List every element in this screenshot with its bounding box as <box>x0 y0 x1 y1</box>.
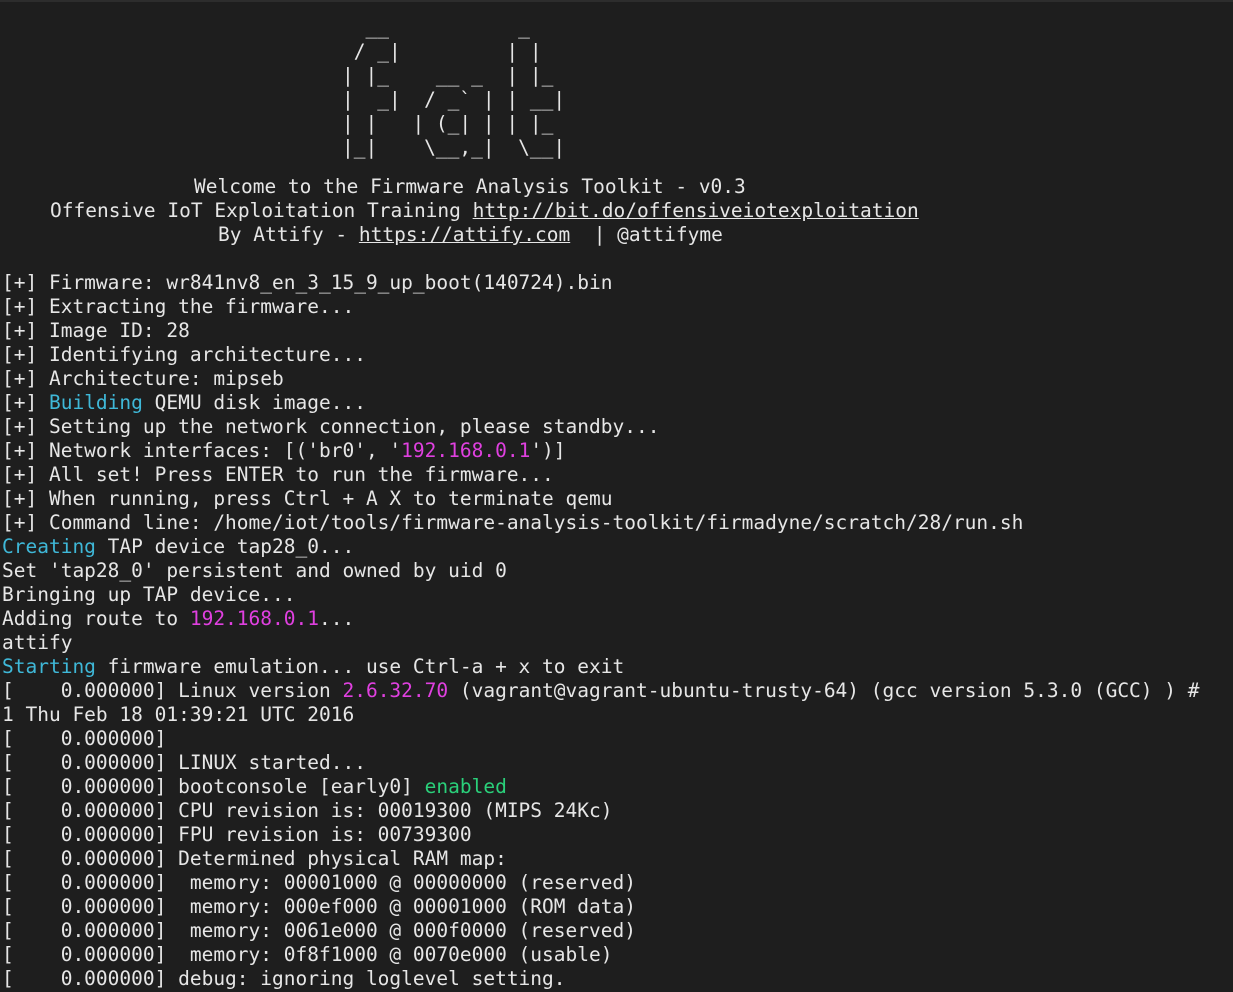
training-link[interactable]: http://bit.do/offensiveiotexploitation <box>473 199 919 222</box>
log-line: [+] Network interfaces: [('br0', '192.16… <box>2 439 566 463</box>
log-text: (vagrant@vagrant-ubuntu-trusty-64) (gcc … <box>448 679 1200 702</box>
kernel-log-line: [ 0.000000] FPU revision is: 00739300 <box>2 823 472 846</box>
log-text: Adding route to <box>2 607 190 630</box>
log-prefix: [+] <box>2 391 49 414</box>
log-line: [+] When running, press Ctrl + A X to te… <box>2 487 613 510</box>
kernel-log-line: [ 0.000000] memory: 00001000 @ 00000000 … <box>2 871 636 894</box>
log-text: [+] Network interfaces: [('br0', ' <box>2 439 402 462</box>
kernel-log-line: [ 0.000000] LINUX started... <box>2 751 366 774</box>
log-line: [+] Command line: /home/iot/tools/firmwa… <box>2 511 1024 534</box>
fat-ascii-logo: __ _ / _| | | | |_ __ _ | |_ | _| / _` |… <box>342 16 566 159</box>
highlight-keyword: Building <box>48 391 143 414</box>
log-line: [+] Extracting the firmware... <box>2 295 355 318</box>
kernel-log-line: [ 0.000000] memory: 0061e000 @ 000f0000 … <box>2 919 636 942</box>
kernel-log-line: [ 0.000000] Linux version 2.6.32.70 (vag… <box>2 679 1200 703</box>
attifyme-handle: | @attifyme <box>570 223 723 246</box>
log-line: [+] All set! Press ENTER to run the firm… <box>2 463 554 486</box>
welcome-line: Welcome to the Firmware Analysis Toolkit… <box>194 175 746 198</box>
log-line: Creating TAP device tap28_0... <box>2 535 354 559</box>
log-line: [+] Image ID: 28 <box>2 319 190 342</box>
log-text: ')] <box>530 439 566 462</box>
ip-address: 192.168.0.1 <box>401 439 531 462</box>
kernel-log-line: [ 0.000000] debug: ignoring loglevel set… <box>2 967 566 990</box>
enabled-status: enabled <box>424 775 507 798</box>
log-line: [+] Identifying architecture... <box>2 343 366 366</box>
log-text: [ 0.000000] bootconsole [early0] <box>2 775 425 798</box>
kernel-version: 2.6.32.70 <box>342 679 449 702</box>
log-text: firmware emulation... use Ctrl-a + x to … <box>95 655 625 678</box>
attify-link[interactable]: https://attify.com <box>359 223 570 246</box>
log-line: Adding route to 192.168.0.1... <box>2 607 354 631</box>
log-text: TAP device tap28_0... <box>95 535 355 558</box>
kernel-log-line: [ 0.000000] <box>2 727 167 750</box>
terminal-window[interactable]: __ _ / _| | | | |_ __ _ | |_ | _| / _` |… <box>0 0 1233 992</box>
kernel-log-line: [ 0.000000] memory: 000ef000 @ 00001000 … <box>2 895 636 918</box>
log-line: [+] Firmware: wr841nv8_en_3_15_9_up_boot… <box>2 271 613 294</box>
kernel-log-line: [ 0.000000] memory: 0f8f1000 @ 0070e000 … <box>2 943 613 966</box>
kernel-log-line: [ 0.000000] Determined physical RAM map: <box>2 847 507 870</box>
log-line: [+] Architecture: mipseb <box>2 367 284 390</box>
highlight-keyword: Creating <box>2 535 96 558</box>
log-line: [+] Building QEMU disk image... <box>2 391 366 415</box>
kernel-log-line: [ 0.000000] bootconsole [early0] enabled <box>2 775 507 799</box>
log-line: [+] Setting up the network connection, p… <box>2 415 660 438</box>
log-line: attify <box>2 631 73 654</box>
kernel-log-line: 1 Thu Feb 18 01:39:21 UTC 2016 <box>2 703 355 726</box>
log-text: ... <box>318 607 355 630</box>
log-line: Bringing up TAP device... <box>2 583 296 606</box>
kernel-log-line: [ 0.000000] CPU revision is: 00019300 (M… <box>2 799 613 822</box>
log-line: Set 'tap28_0' persistent and owned by ui… <box>2 559 507 582</box>
log-text: QEMU disk image... <box>142 391 366 414</box>
log-text: [ 0.000000] Linux version <box>2 679 343 702</box>
by-attify-line: By Attify - https://attify.com | @attify… <box>218 223 723 247</box>
training-line: Offensive IoT Exploitation Training http… <box>50 199 919 223</box>
by-text: By Attify - <box>218 223 359 246</box>
highlight-keyword: Starting <box>2 655 96 678</box>
training-text: Offensive IoT Exploitation Training <box>50 199 473 222</box>
ip-address: 192.168.0.1 <box>189 607 319 630</box>
log-line: Starting firmware emulation... use Ctrl-… <box>2 655 624 679</box>
